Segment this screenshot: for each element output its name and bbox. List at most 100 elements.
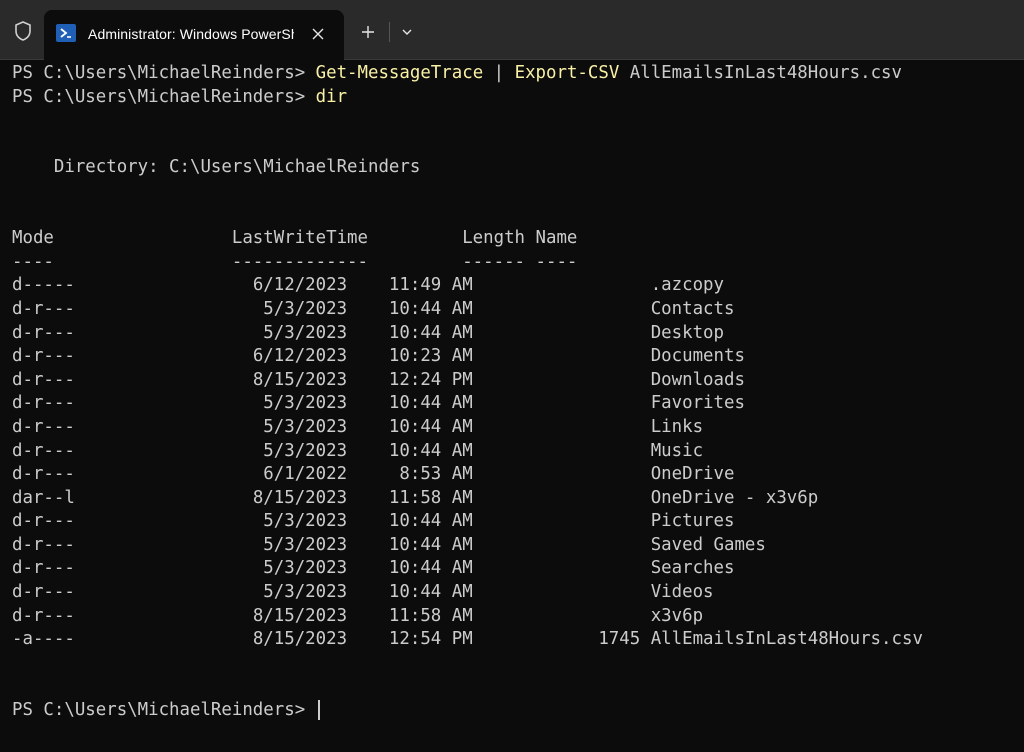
terminal-window: Administrator: Windows PowerShell PS C:\…	[0, 0, 1024, 752]
table-row: d-r--- 5/3/2023 10:44 AM Favorites	[12, 392, 1024, 416]
row-length	[483, 299, 651, 319]
table-row: d-r--- 5/3/2023 10:44 AM Music	[12, 440, 1024, 464]
row-name: OneDrive - x3v6p	[650, 487, 819, 508]
row-time: 12:54 PM	[357, 629, 484, 650]
row-name: Links	[650, 416, 704, 437]
row-time: 11:58 AM	[357, 605, 484, 626]
command-argument: AllEmailsInLast48Hours.csv	[619, 63, 902, 83]
current-prompt-line[interactable]: PS C:\Users\MichaelReinders>	[12, 699, 1024, 723]
row-mode: d-r---	[12, 582, 243, 603]
row-date: 5/3/2023	[242, 534, 358, 555]
row-length	[483, 606, 651, 626]
row-time: 10:44 AM	[357, 582, 484, 603]
table-row: d-r--- 6/1/2022 8:53 AM OneDrive	[12, 463, 1024, 487]
row-name: Desktop	[650, 322, 724, 343]
table-row: d-r--- 6/12/2023 10:23 AM Documents	[12, 345, 1024, 369]
directory-listing: d----- 6/12/2023 11:49 AM .azcopy d-r--- …	[12, 274, 1024, 652]
row-time: 10:44 AM	[357, 298, 484, 319]
table-row: d-r--- 8/15/2023 11:58 AM x3v6p	[12, 605, 1024, 629]
new-tab-plus-icon[interactable]	[354, 20, 382, 44]
row-time: 12:24 PM	[357, 369, 484, 390]
row-date: 5/3/2023	[242, 582, 358, 603]
command-line-1: PS C:\Users\MichaelReinders> Get-Message…	[12, 62, 1024, 86]
pipe-operator: |	[483, 63, 515, 83]
row-length	[483, 275, 651, 295]
row-name: Pictures	[650, 511, 735, 532]
chevron-down-icon[interactable]	[394, 20, 420, 44]
table-row: d-r--- 5/3/2023 10:44 AM Videos	[12, 581, 1024, 605]
row-time: 10:44 AM	[357, 322, 484, 343]
table-row: d-r--- 5/3/2023 10:44 AM Searches	[12, 557, 1024, 581]
row-name: Documents	[650, 346, 745, 367]
row-length	[483, 558, 651, 578]
table-row: d-r--- 5/3/2023 10:44 AM Saved Games	[12, 534, 1024, 558]
row-mode: d-r---	[12, 464, 243, 485]
row-date: 8/15/2023	[242, 605, 358, 626]
prompt: PS C:\Users\MichaelReinders>	[12, 86, 316, 107]
directory-heading: Directory: C:\Users\MichaelReinders	[12, 157, 421, 178]
terminal-output[interactable]: PS C:\Users\MichaelReinders> Get-Message…	[0, 60, 1024, 752]
row-date: 5/3/2023	[242, 298, 358, 319]
table-row: d-r--- 5/3/2023 10:44 AM Links	[12, 416, 1024, 440]
tab-title: Administrator: Windows PowerShell	[88, 26, 294, 42]
text-cursor	[317, 700, 320, 721]
row-mode: d-r---	[12, 605, 243, 626]
row-date: 5/3/2023	[242, 322, 358, 343]
shield-icon	[12, 20, 34, 42]
row-name: Contacts	[650, 298, 735, 319]
table-header-underline: ---- ------------- ------ ----	[12, 251, 578, 272]
tab-powershell[interactable]: Administrator: Windows PowerShell	[44, 10, 344, 60]
row-length	[483, 393, 651, 413]
row-mode: d-r---	[12, 440, 243, 461]
row-date: 5/3/2023	[242, 416, 358, 437]
table-row: d-r--- 8/15/2023 12:24 PM Downloads	[12, 369, 1024, 393]
row-length	[483, 417, 651, 437]
row-time: 10:44 AM	[357, 440, 484, 461]
cmdlet-get-messagetrace: Get-MessageTrace	[315, 63, 484, 83]
row-date: 6/1/2022	[242, 464, 358, 485]
table-row: dar--l 8/15/2023 11:58 AM OneDrive - x3v…	[12, 487, 1024, 511]
prompt: PS C:\Users\MichaelReinders>	[12, 700, 316, 721]
row-time: 10:23 AM	[357, 346, 484, 367]
row-time: 11:49 AM	[357, 275, 484, 296]
row-time: 10:44 AM	[357, 558, 484, 579]
row-time: 10:44 AM	[357, 534, 484, 555]
row-mode: d-r---	[12, 511, 243, 532]
row-name: x3v6p	[650, 605, 704, 626]
close-icon[interactable]	[306, 22, 330, 46]
row-mode: d-r---	[12, 369, 243, 390]
row-length: 1745	[483, 629, 651, 650]
row-length	[483, 582, 651, 602]
row-date: 8/15/2023	[242, 629, 358, 650]
row-mode: d-r---	[12, 322, 243, 343]
command-line-2: PS C:\Users\MichaelReinders> dir	[12, 86, 1024, 110]
row-length	[483, 535, 651, 555]
row-name: Searches	[650, 558, 735, 579]
cmdlet-dir: dir	[315, 86, 348, 107]
row-mode: d-r---	[12, 346, 243, 367]
title-bar: Administrator: Windows PowerShell	[0, 0, 1024, 60]
cmdlet-export-csv: Export-CSV	[514, 63, 620, 83]
row-length	[483, 464, 651, 484]
table-row: d----- 6/12/2023 11:49 AM .azcopy	[12, 274, 1024, 298]
row-name: Downloads	[650, 369, 745, 390]
row-mode: d-r---	[12, 298, 243, 319]
row-date: 8/15/2023	[242, 369, 358, 390]
row-mode: d-r---	[12, 393, 243, 414]
row-mode: dar--l	[12, 487, 243, 508]
row-time: 8:53 AM	[357, 464, 484, 485]
row-time: 10:44 AM	[357, 511, 484, 532]
row-name: Videos	[650, 582, 714, 603]
row-date: 5/3/2023	[242, 393, 358, 414]
table-header: Mode LastWriteTime Length Name	[12, 228, 578, 249]
row-date: 6/12/2023	[242, 275, 358, 296]
row-mode: d-----	[12, 275, 243, 296]
row-date: 6/12/2023	[242, 346, 358, 367]
row-mode: d-r---	[12, 558, 243, 579]
row-name: .azcopy	[650, 275, 724, 296]
prompt: PS C:\Users\MichaelReinders>	[12, 63, 316, 83]
row-length	[483, 511, 651, 531]
row-length	[483, 346, 651, 366]
